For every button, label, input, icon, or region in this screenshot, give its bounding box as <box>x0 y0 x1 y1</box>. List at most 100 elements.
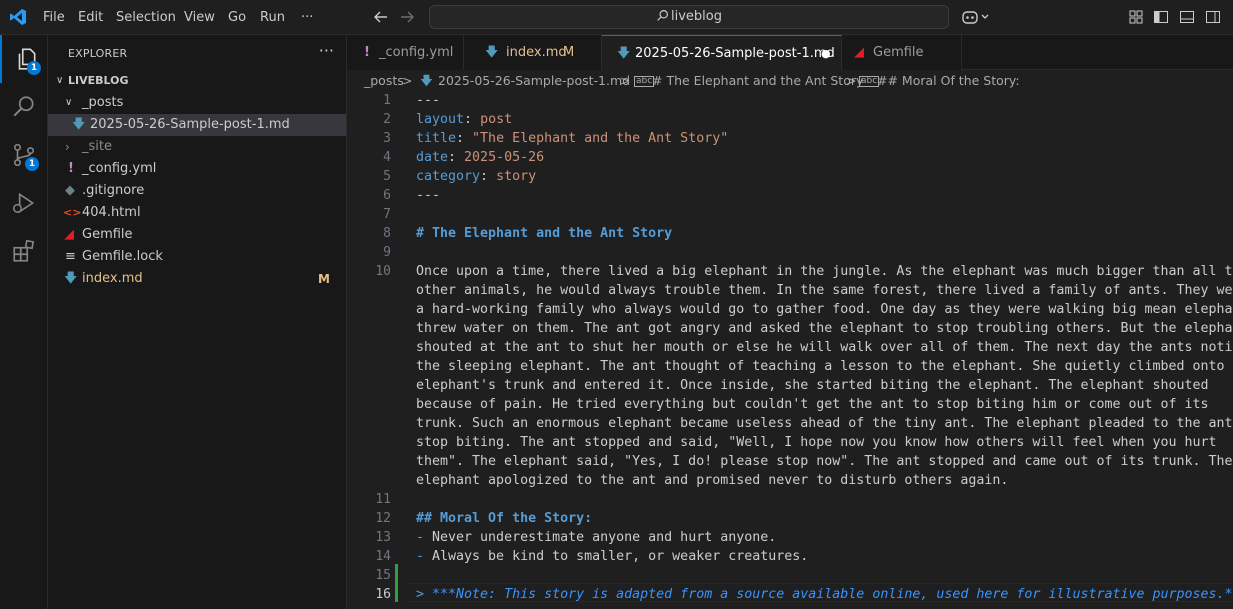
run-debug-icon <box>12 192 35 214</box>
explorer-more-button[interactable]: ··· <box>319 41 334 60</box>
list-dash: - <box>416 530 433 545</box>
line-number: 9 <box>383 245 391 260</box>
paragraph-line: Once upon a time, there lived a big elep… <box>416 264 1233 279</box>
list-text: Always be kind to smaller, or weaker cre… <box>432 549 809 564</box>
lines-icon: ≡ <box>65 249 76 264</box>
extensions-activity[interactable] <box>0 227 48 275</box>
run-debug-activity[interactable] <box>0 179 48 227</box>
tree-item-config[interactable]: ! _config.yml <box>48 158 346 180</box>
breadcrumb: _posts > 🡇 2025-05-26-Sample-post-1.md >… <box>347 70 1233 92</box>
code-editor[interactable]: 1 2 3 4 5 6 7 8 9 10 11 12 13 14 15 16 -… <box>347 92 1233 609</box>
line-number: 11 <box>375 492 391 507</box>
activity-bar: 1 1 <box>0 35 48 609</box>
breadcrumb-separator: > <box>846 73 857 88</box>
markdown-icon: 🡇 <box>485 45 499 60</box>
tree-item-gemfile-lock[interactable]: ≡ Gemfile.lock <box>48 246 346 268</box>
line-number: 5 <box>383 169 391 184</box>
tab-config[interactable]: ! _config.yml <box>347 35 464 70</box>
unsaved-dot-icon[interactable]: ● <box>821 36 831 71</box>
tab-gemfile[interactable]: ◢ Gemfile <box>842 35 962 70</box>
line-number: 7 <box>383 207 391 222</box>
tree-item-label: 2025-05-26-Sample-post-1.md <box>90 117 290 132</box>
source-control-badge: 1 <box>25 157 39 171</box>
tree-item-label: _config.yml <box>82 161 157 176</box>
tab-index[interactable]: 🡇 index.md M <box>464 35 602 70</box>
yaml-colon: : <box>448 150 465 165</box>
yaml-colon: : <box>464 112 481 127</box>
line-number: 2 <box>383 112 391 127</box>
yaml-icon: ! <box>364 45 370 60</box>
breadcrumb-item[interactable]: _posts <box>364 70 404 92</box>
title-bar: File Edit Selection View Go Run ··· live… <box>0 0 1233 35</box>
tab-sample-post[interactable]: 🡇 2025-05-26-Sample-post-1.md ● <box>602 35 842 70</box>
tree-item-gitignore[interactable]: ◆ .gitignore <box>48 180 346 202</box>
menu-go[interactable]: Go <box>228 0 246 35</box>
command-center-search[interactable]: liveblog <box>429 5 949 29</box>
breadcrumb-item[interactable]: 2025-05-26-Sample-post-1.md <box>438 70 630 92</box>
tree-item-label: Gemfile.lock <box>82 249 163 264</box>
code-line: layout: post <box>416 110 512 129</box>
code-line: --- <box>416 93 441 108</box>
tree-item-sample-post[interactable]: 🡇 2025-05-26-Sample-post-1.md <box>48 114 346 136</box>
paragraph-line: elephant's trunk and entered it. Once in… <box>416 378 1209 393</box>
yaml-key: layout <box>416 112 465 127</box>
tree-item-site[interactable]: › _site <box>48 136 346 158</box>
tree-item-label: _posts <box>82 95 124 110</box>
code-line: date: 2025-05-26 <box>416 148 544 167</box>
paragraph-line: elephant apologized to the ant and promi… <box>416 473 1009 488</box>
source-control-activity[interactable]: 1 <box>0 131 48 179</box>
explorer-sidebar: EXPLORER ··· ∨ LIVEBLOG ∨ _posts 🡇 2025-… <box>48 35 347 609</box>
yaml-icon: ! <box>68 161 74 176</box>
menu-more[interactable]: ··· <box>301 0 313 35</box>
tree-item-posts[interactable]: ∨ _posts <box>48 92 346 114</box>
toggle-secondary-sidebar-icon[interactable] <box>1205 9 1221 25</box>
toggle-panel-icon[interactable] <box>1179 9 1195 25</box>
workspace-root[interactable]: ∨ LIVEBLOG <box>48 70 346 92</box>
menu-view[interactable]: View <box>184 0 215 35</box>
yaml-colon: : <box>456 131 473 146</box>
list-dash: - <box>416 549 433 564</box>
search-icon <box>13 96 34 117</box>
tree-item-gemfile[interactable]: ◢ Gemfile <box>48 224 346 246</box>
paragraph-line: the sleeping elephant. The ant thought o… <box>416 359 1233 374</box>
menu-file[interactable]: File <box>43 0 65 35</box>
paragraph-line: other animals, he would always trouble t… <box>416 283 1233 298</box>
arrow-left-icon[interactable] <box>373 9 389 25</box>
line-number: 10 <box>375 264 391 279</box>
code-line: --- <box>416 188 441 203</box>
line-number: 16 <box>375 587 391 602</box>
copilot-icon[interactable] <box>962 9 992 25</box>
line-number: 15 <box>375 568 391 583</box>
search-activity[interactable] <box>0 83 48 131</box>
breadcrumb-item[interactable]: # The Elephant and the Ant Story <box>652 70 863 92</box>
extensions-icon <box>13 239 35 262</box>
markdown-heading: # The Elephant and the Ant Story <box>416 226 673 241</box>
git-modified-badge: M <box>563 45 575 60</box>
line-number: 12 <box>375 511 391 526</box>
yaml-value: "The Elephant and the Ant Story" <box>472 131 729 146</box>
breadcrumb-separator: > <box>620 73 631 88</box>
code-line: category: story <box>416 167 536 186</box>
toggle-primary-sidebar-icon[interactable] <box>1153 9 1169 25</box>
tree-item-404[interactable]: <> 404.html <box>48 202 346 224</box>
arrow-right-icon[interactable] <box>399 9 415 25</box>
markdown-icon: 🡇 <box>72 117 86 132</box>
line-number: 3 <box>383 131 391 146</box>
line-number: 14 <box>375 549 391 564</box>
paragraph-line: a hard-working family who always would g… <box>416 302 1233 317</box>
tree-item-label: .gitignore <box>82 183 145 198</box>
tree-item-index[interactable]: 🡇 index.md M <box>48 268 346 290</box>
explorer-title: EXPLORER <box>68 47 128 60</box>
paragraph-line: threw water on them. The ant got angry a… <box>416 321 1233 336</box>
search-text: liveblog <box>671 9 722 24</box>
vscode-logo-icon[interactable] <box>9 8 27 26</box>
markdown-subheading: ## Moral Of the Story: <box>416 511 593 526</box>
menu-edit[interactable]: Edit <box>78 0 103 35</box>
editor-tabs: ! _config.yml 🡇 index.md M 🡇 2025-05-26-… <box>347 35 1233 70</box>
menu-selection[interactable]: Selection <box>116 0 176 35</box>
breadcrumb-separator: > <box>402 73 413 88</box>
breadcrumb-item[interactable]: ## Moral Of the Story: <box>877 70 1020 92</box>
menu-run[interactable]: Run <box>260 0 285 35</box>
explorer-activity[interactable]: 1 <box>0 35 48 83</box>
customize-layout-icon[interactable] <box>1128 9 1144 25</box>
